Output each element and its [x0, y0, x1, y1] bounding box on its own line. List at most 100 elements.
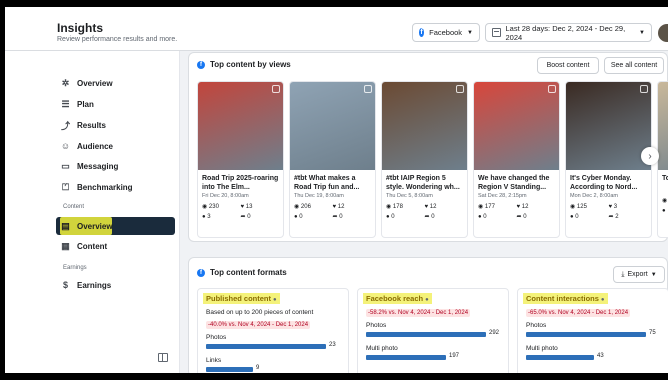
- info-icon[interactable]: ●: [601, 297, 605, 303]
- boost-content-button[interactable]: Boost content: [537, 57, 599, 74]
- format-bar: [526, 332, 646, 337]
- sidebar-item-results[interactable]: ⤴ Results: [60, 117, 106, 133]
- shares-stat: ➦ 0: [425, 212, 464, 222]
- content-card[interactable]: #tbt IAIP Region 5 style. Wondering wh..…: [381, 81, 468, 238]
- format-title-text: Published content: [206, 294, 272, 303]
- platform-selector[interactable]: f Facebook ▼: [412, 23, 480, 42]
- content-card[interactable]: We have changed the Region V Standing...…: [473, 81, 560, 238]
- post-thumbnail: [198, 82, 283, 170]
- shares-stat: ➦ 0: [333, 212, 372, 222]
- export-label: Export: [627, 271, 648, 278]
- dollar-icon: $: [62, 280, 68, 290]
- post-thumbnail: [658, 82, 668, 170]
- format-delta: -58.2% vs. Nov 4, 2024 - Dec 1, 2024: [366, 309, 471, 317]
- multi-photo-icon: [456, 85, 464, 93]
- date-range-selector[interactable]: Last 28 days: Dec 2, 2024 - Dec 29, 2024…: [485, 23, 652, 42]
- sidebar-item-messaging[interactable]: ▭ Messaging: [60, 158, 118, 174]
- top-content-title: f Top content by views: [197, 60, 291, 69]
- post-stats: ◉ 177 ♥ 12 ● 0 ➦ 0: [474, 199, 559, 222]
- eye-icon: ◉: [478, 204, 485, 210]
- sidebar-item-overview[interactable]: ✲ Overview: [60, 75, 113, 91]
- post-thumbnail: [382, 82, 467, 170]
- calendar-icon: [492, 28, 501, 37]
- multi-photo-icon: [548, 85, 556, 93]
- shares-count: 2: [615, 214, 619, 220]
- post-caption: We have changed the Region V Standing...: [478, 175, 550, 191]
- likes-count: 3: [613, 204, 618, 210]
- sidebar-item-label: Overview: [77, 221, 113, 231]
- formats-title-text: Top content formats: [210, 268, 287, 277]
- likes-stat: ♥ 3: [609, 202, 648, 212]
- sidebar-item-content[interactable]: ▦ Content: [60, 238, 107, 254]
- sidebar-item-benchmarking[interactable]: ⏍ Benchmarking: [60, 179, 133, 195]
- info-icon[interactable]: ●: [273, 297, 277, 303]
- post-caption: #tbt What makes a Road Trip fun and...: [294, 175, 360, 191]
- info-icon[interactable]: ●: [425, 297, 429, 303]
- post-date: Sat Dec 28, 2:15pm: [478, 193, 527, 199]
- format-row-label: Multi photo: [526, 345, 558, 352]
- chevron-right-icon[interactable]: ›: [641, 147, 659, 165]
- format-value: 9: [256, 365, 260, 371]
- shares-stat: ➦ 0: [241, 212, 280, 222]
- format-column-title: Content interactions ●: [523, 293, 608, 304]
- messaging-icon: ▭: [61, 160, 70, 171]
- likes-stat: ♥ 13: [241, 202, 280, 212]
- export-button[interactable]: ⤓ Export ▼: [613, 266, 665, 283]
- collapse-sidebar-icon[interactable]: [158, 353, 168, 362]
- post-thumbnail: [566, 82, 651, 170]
- sidebar-item-label: Earnings: [77, 280, 112, 290]
- views-count: 177: [484, 204, 495, 210]
- format-value: 197: [449, 353, 460, 359]
- format-column: Published content ● Based on up to 200 pie…: [197, 288, 349, 373]
- likes-count: 12: [337, 204, 345, 210]
- sidebar-item-earnings[interactable]: $ Earnings: [60, 277, 111, 293]
- content-icon: ▦: [61, 240, 70, 251]
- audience-icon: ☺: [60, 141, 71, 151]
- views-count: 125: [576, 204, 587, 210]
- formats-title: f Top content formats: [197, 268, 287, 277]
- caret-down-icon: ▼: [639, 29, 645, 36]
- facebook-icon: f: [419, 28, 425, 37]
- format-column: Facebook reach ● -58.2% vs. Nov 4, 2024 - …: [357, 288, 509, 373]
- likes-count: 12: [521, 204, 529, 210]
- sidebar-item-content-overview[interactable]: ▤ Overview: [60, 218, 113, 234]
- views-stat: ◉ 206: [294, 202, 333, 212]
- format-column-title: Published content ●: [203, 293, 280, 304]
- post-stats: ◉ 125 ♥ 3 ● 0 ➦ 2: [566, 199, 651, 222]
- see-all-content-button[interactable]: See all content: [604, 57, 664, 74]
- plan-icon: ☰: [61, 98, 70, 109]
- shares-count: 0: [247, 214, 251, 220]
- sidebar-item-audience[interactable]: ☺ Audience: [60, 138, 113, 154]
- sidebar-item-plan[interactable]: ☰ Plan: [60, 96, 93, 112]
- format-row-label: Photos: [526, 322, 547, 329]
- likes-stat: ♥ 12: [517, 202, 556, 212]
- post-thumbnail: [474, 82, 559, 170]
- comments-count: 0: [575, 214, 579, 220]
- eye-icon: ◉: [294, 204, 301, 210]
- format-row-label: Photos: [206, 334, 227, 341]
- multi-photo-icon: [364, 85, 372, 93]
- post-stats: ◉ 178 ♥ 12 ● 0 ➦ 0: [382, 199, 467, 222]
- format-value: 75: [649, 330, 656, 336]
- eye-icon: ◉: [386, 204, 393, 210]
- format-column-title: Facebook reach ●: [363, 293, 432, 304]
- shares-count: 0: [523, 214, 527, 220]
- views-stat: ◉ 178: [386, 202, 425, 212]
- comments-count: 0: [483, 214, 487, 220]
- avatar[interactable]: [658, 24, 668, 42]
- format-title-text: Facebook reach: [366, 294, 424, 303]
- content-card[interactable]: It's Cyber Monday. According to Nord... M…: [565, 81, 652, 238]
- post-stats: ◉ ♥ ● ➦: [658, 193, 668, 216]
- post-caption: Tc: [662, 175, 668, 182]
- content-card[interactable]: Road Trip 2025-roaring into The Elm... Fr…: [197, 81, 284, 238]
- post-caption: #tbt IAIP Region 5 style. Wondering wh..…: [386, 175, 460, 191]
- post-thumbnail: [290, 82, 375, 170]
- format-row-label: Photos: [366, 322, 387, 329]
- content-card[interactable]: #tbt What makes a Road Trip fun and... Th…: [289, 81, 376, 238]
- comments-count: 0: [299, 214, 303, 220]
- likes-stat: ♥ 12: [333, 202, 372, 212]
- overview-icon: ✲: [61, 77, 70, 88]
- content-card[interactable]: Tc ◉ ♥ ● ➦: [657, 81, 668, 238]
- views-stat: ◉ 230: [202, 202, 241, 212]
- content-section-label: Content: [63, 204, 85, 210]
